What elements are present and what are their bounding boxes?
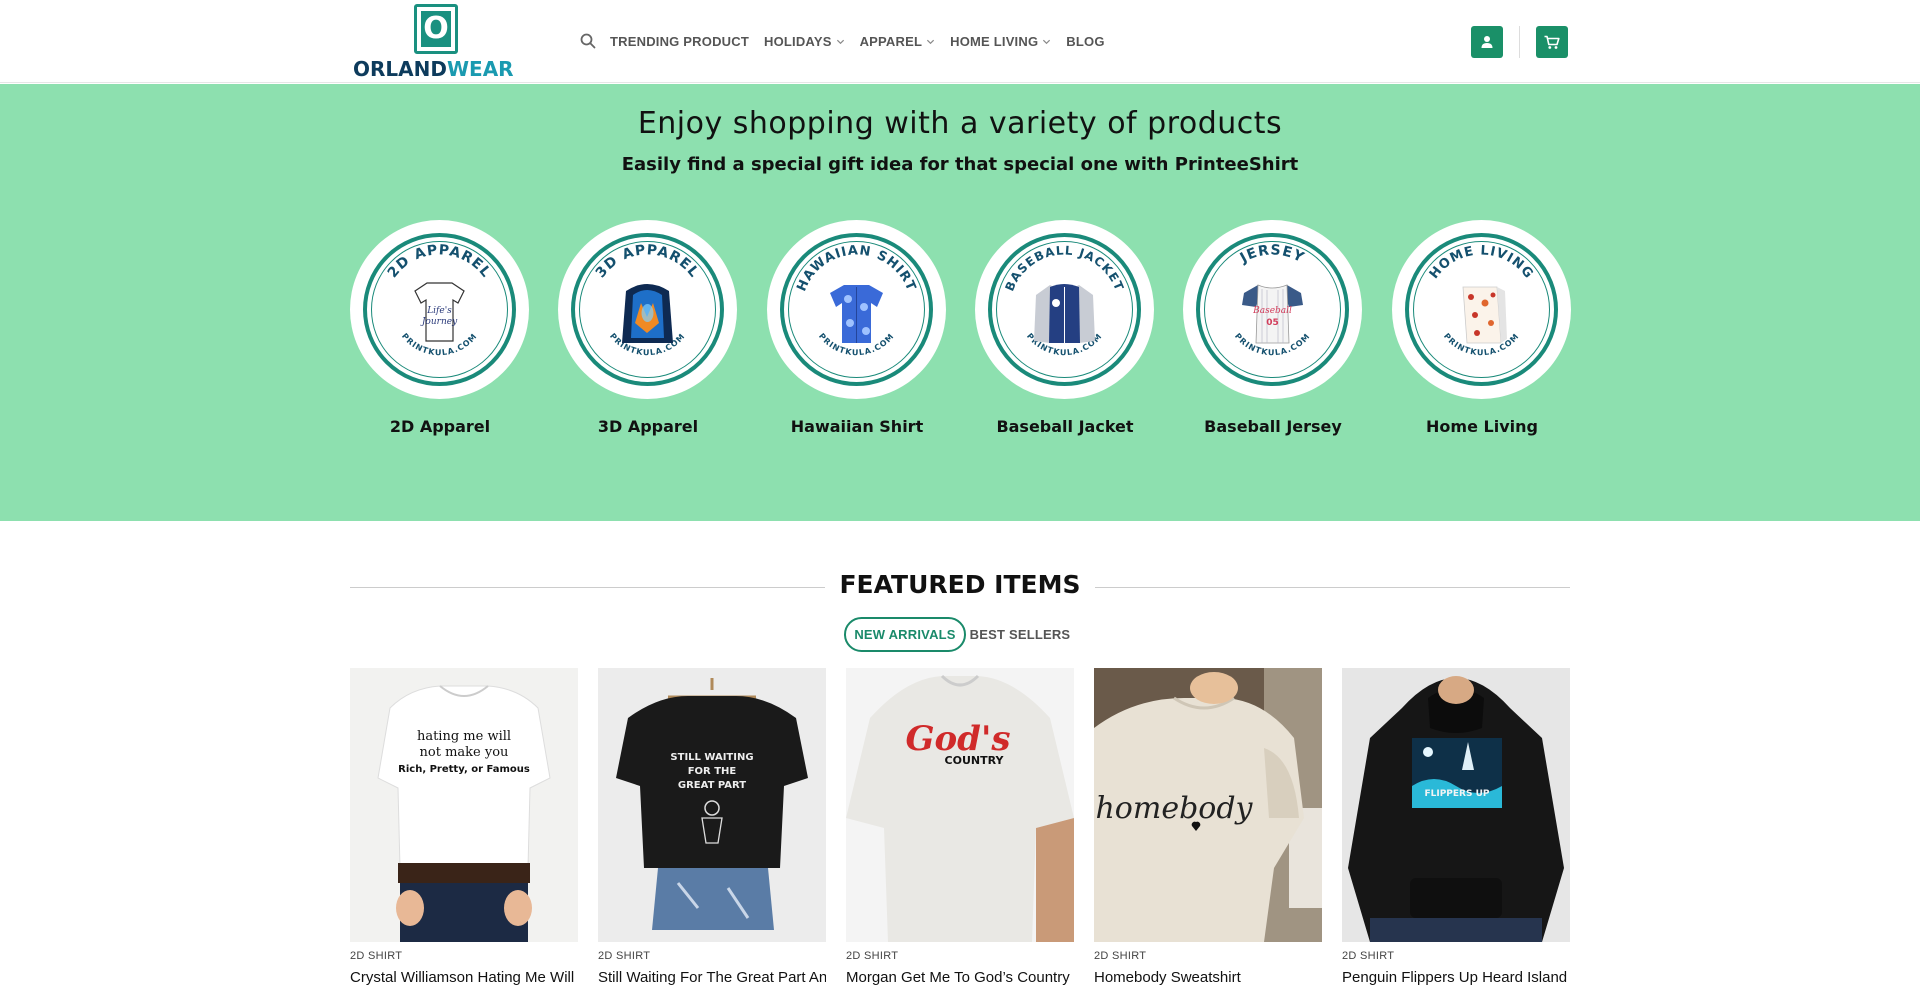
nav-holidays[interactable]: HOLIDAYS — [764, 34, 845, 49]
product-category: 2D SHIRT — [350, 950, 403, 962]
nav-trending-product[interactable]: TRENDING PRODUCT — [610, 34, 749, 49]
svg-text:COUNTRY: COUNTRY — [945, 754, 1005, 767]
hero-subtitle: Easily find a special gift idea for that… — [621, 154, 1299, 175]
product-name[interactable]: Crystal Williamson Hating Me Will Not Ma… — [350, 968, 578, 988]
badge-arc-text: 3D APPAREL — [593, 242, 701, 281]
category-hawaiian-shirt[interactable]: HAWAIIAN SHIRT PRINTKULA.COM Hawaiian Sh… — [767, 220, 947, 450]
product-category: 2D SHIRT — [846, 950, 899, 962]
chevron-down-icon — [927, 39, 935, 44]
product-category: 2D SHIRT — [598, 950, 651, 962]
svg-text:3D APPAREL: 3D APPAREL — [593, 242, 702, 281]
category-image: 2D APPAREL PRINTKULA.COM Life's Journey — [385, 242, 494, 357]
product-image[interactable]: hating me will not make you Rich, Pretty… — [350, 668, 578, 942]
badge-arc-text: JERSEY — [1237, 242, 1306, 267]
logo-mark: O — [414, 4, 458, 54]
svg-text:Life's: Life's — [426, 306, 452, 316]
hero-section: Enjoy shopping with a variety of product… — [0, 84, 1920, 521]
category-image: HAWAIIAN SHIRT PRINTKULA.COM — [794, 243, 917, 357]
svg-text:hating me will: hating me will — [417, 729, 511, 744]
svg-text:2D APPAREL: 2D APPAREL — [385, 242, 494, 281]
svg-text:God's: God's — [905, 719, 1010, 759]
account-button[interactable] — [1471, 26, 1503, 58]
svg-text:FLIPPERS UP: FLIPPERS UP — [1424, 789, 1489, 799]
svg-text:05: 05 — [1266, 318, 1279, 328]
search-icon[interactable] — [580, 33, 596, 49]
category-label: 2D Apparel — [389, 417, 491, 436]
nav-home-living[interactable]: HOME LIVING — [950, 34, 1051, 49]
category-3d-apparel[interactable]: 3D APPAREL PRINTKULA.COM 3D Apparel — [558, 220, 738, 450]
nav-apparel[interactable]: APPAREL — [860, 34, 936, 49]
svg-text:HOME LIVING: HOME LIVING — [1427, 243, 1536, 282]
tab-best-sellers[interactable]: BEST SELLERS — [968, 617, 1072, 652]
header-divider — [1519, 26, 1520, 58]
category-image: BASEBALL JACKET PRINTKULA.COM — [1002, 243, 1125, 357]
category-image: JERSEY PRINTKULA.COM Baseball 05 — [1233, 242, 1311, 357]
svg-text:not make you: not make you — [420, 745, 509, 760]
badge-arc-text: HOME LIVING — [1427, 243, 1535, 282]
nav-label: APPAREL — [859, 33, 923, 49]
category-2d-apparel[interactable]: 2D APPAREL PRINTKULA.COM Life's Journey … — [350, 220, 530, 450]
tab-new-arrivals[interactable]: NEW ARRIVALS — [844, 617, 966, 652]
product-image[interactable]: FLIPPERS UP — [1342, 668, 1570, 942]
hero-title: Enjoy shopping with a variety of product… — [637, 106, 1283, 141]
svg-text:FOR THE: FOR THE — [688, 766, 737, 777]
svg-text:Rich, Pretty, or Famous: Rich, Pretty, or Famous — [398, 764, 530, 775]
svg-text:Journey: Journey — [420, 317, 458, 327]
product-image[interactable]: homebody — [1094, 668, 1322, 942]
category-label: Baseball Jersey — [1204, 417, 1342, 436]
nav-label: HOLIDAYS — [763, 33, 832, 49]
product-image[interactable]: STILL WAITING FOR THE GREAT PART — [598, 668, 826, 942]
product-name[interactable]: Homebody Sweatshirt — [1094, 968, 1322, 988]
main-nav: TRENDING PRODUCT HOLIDAYS APPAREL HOME L… — [580, 28, 1120, 54]
category-image: 3D APPAREL PRINTKULA.COM — [593, 242, 702, 357]
svg-text:GREAT PART: GREAT PART — [678, 780, 746, 791]
product-name[interactable]: Penguin Flippers Up Heard Island Shirt — [1342, 968, 1570, 988]
category-baseball-jersey[interactable]: JERSEY PRINTKULA.COM Baseball 05 Basebal… — [1183, 220, 1363, 450]
product-name[interactable]: Still Waiting For The Great Part Anti MA… — [598, 968, 826, 988]
chevron-down-icon — [1043, 39, 1051, 44]
svg-text:STILL WAITING: STILL WAITING — [670, 752, 753, 763]
site-header: O ORLANDWEAR TRENDING PRODUCT HOLIDAYS A… — [0, 0, 1920, 83]
svg-text:JERSEY: JERSEY — [1237, 242, 1307, 267]
featured-title: FEATURED ITEMS — [0, 570, 1920, 599]
svg-text:Baseball: Baseball — [1252, 306, 1292, 316]
nav-label: TRENDING PRODUCT — [610, 33, 749, 49]
product-image[interactable]: God's COUNTRY — [846, 668, 1074, 942]
site-logo[interactable]: O ORLANDWEAR — [350, 2, 516, 81]
logo-letter: O — [421, 11, 451, 47]
category-home-living[interactable]: HOME LIVING PRINTKULA.COM Home Living — [1392, 220, 1572, 450]
svg-text:homebody: homebody — [1095, 791, 1253, 826]
logo-text-wear: WEAR — [446, 57, 514, 81]
category-image: HOME LIVING PRINTKULA.COM — [1427, 243, 1536, 357]
category-label: Hawaiian Shirt — [790, 417, 924, 436]
category-label: Home Living — [1426, 417, 1538, 436]
user-icon — [1481, 36, 1493, 48]
badge-arc-text: 2D APPAREL — [385, 242, 493, 281]
cart-icon — [1544, 35, 1560, 49]
category-label: 3D Apparel — [597, 417, 699, 436]
logo-text-orland: ORLAND — [353, 57, 447, 81]
nav-label: HOME LIVING — [950, 33, 1039, 49]
logo-wordmark: ORLANDWEAR — [353, 57, 514, 81]
cart-button[interactable] — [1536, 26, 1568, 58]
chevron-down-icon — [836, 39, 844, 44]
product-category: 2D SHIRT — [1342, 950, 1395, 962]
category-label: Baseball Jacket — [996, 417, 1134, 436]
nav-label: BLOG — [1066, 33, 1105, 49]
product-name[interactable]: Morgan Get Me To God’s Country Shirt — [846, 968, 1074, 988]
category-baseball-jacket[interactable]: BASEBALL JACKET PRINTKULA.COM Baseball J… — [975, 220, 1155, 450]
nav-blog[interactable]: BLOG — [1066, 34, 1104, 49]
product-category: 2D SHIRT — [1094, 950, 1147, 962]
